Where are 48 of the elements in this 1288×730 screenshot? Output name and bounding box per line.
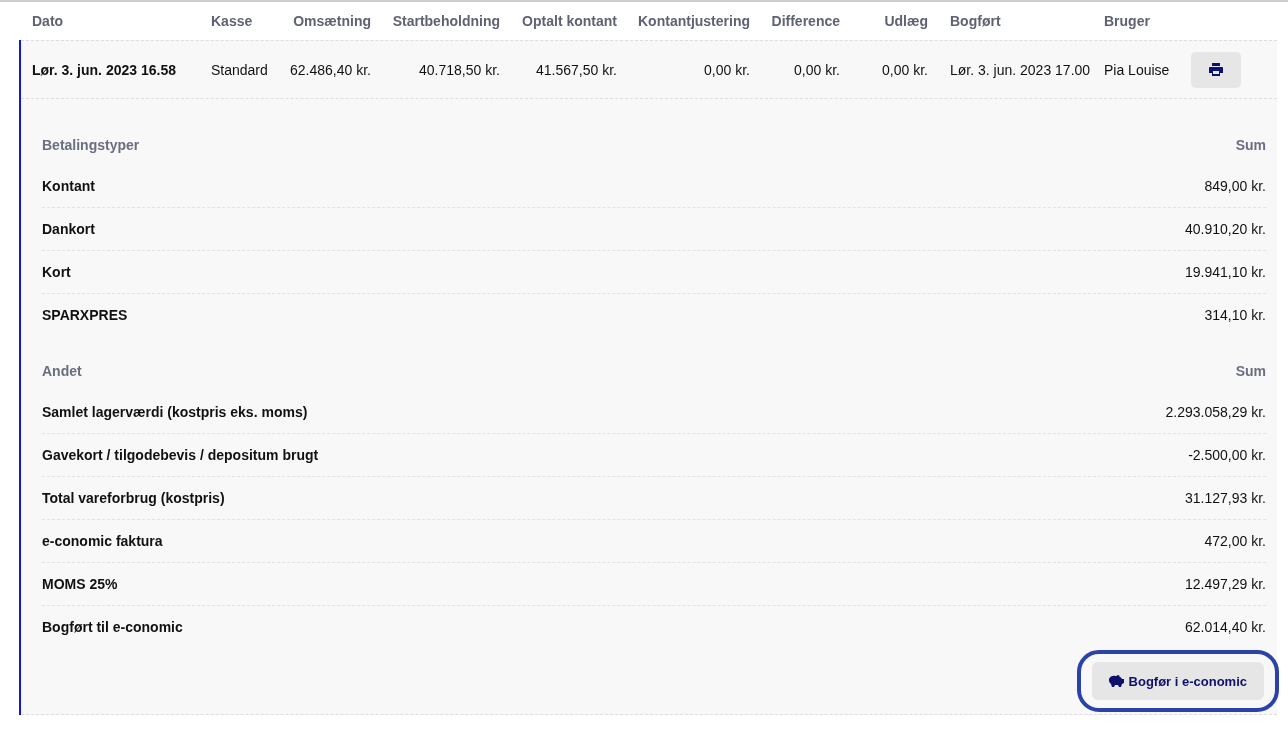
item-label: Gavekort / tilgodebevis / depositum brugt — [42, 447, 319, 463]
item-amount: 62.014,40 kr. — [1185, 619, 1266, 635]
table-cell-text: 41.567,50 kr. — [535, 61, 617, 78]
table-cell-text: Lør. 3. jun. 2023 16.58 — [32, 61, 177, 78]
column-header: Udlæg — [883, 13, 928, 29]
sum-header: Sum — [1235, 362, 1266, 379]
item-label: Total vareforbrug (kostpris) — [42, 490, 225, 506]
item-amount: 2.293.058,29 kr. — [1165, 404, 1266, 420]
item-amount: 12.497,29 kr. — [1185, 576, 1266, 592]
item-label: e-conomic faktura — [42, 533, 163, 549]
group-title: Andet — [42, 362, 82, 379]
post-button[interactable]: Bogfør i e-conomic — [1091, 662, 1264, 700]
item-label: Bogført til e-conomic — [42, 619, 183, 635]
sum-header: Sum — [1235, 136, 1266, 153]
item-label: Dankort — [42, 221, 95, 237]
table-cell-text: Standard — [211, 61, 269, 78]
table-cell-text: Lør. 3. jun. 2023 17.00 — [949, 61, 1092, 78]
printer-icon — [1209, 63, 1223, 76]
item-amount: 19.941,10 kr. — [1185, 264, 1266, 280]
item-amount: 849,00 kr. — [1204, 178, 1266, 194]
item-amount: -2.500,00 kr. — [1188, 447, 1266, 463]
item-amount: 31.127,93 kr. — [1185, 490, 1266, 506]
group-title: Betalingstyper — [42, 136, 140, 153]
table-cell-text: 0,00 kr. — [703, 61, 750, 78]
table-cell-text: 0,00 kr. — [881, 61, 928, 78]
item-amount: 472,00 kr. — [1204, 533, 1266, 549]
column-header: Dato — [32, 13, 65, 29]
column-header: Bruger — [1104, 13, 1151, 29]
column-header: Kontantjustering — [637, 13, 750, 29]
column-header: Startbeholdning — [391, 13, 500, 29]
table-cell-text: Pia Louise — [1104, 61, 1171, 78]
item-amount: 40.910,20 kr. — [1185, 221, 1266, 237]
item-label: MOMS 25% — [42, 576, 118, 592]
column-header: Optalt kontant — [521, 13, 617, 29]
table-cell-text: 0,00 kr. — [793, 61, 840, 78]
item-amount: 314,10 kr. — [1204, 307, 1266, 323]
item-label: SPARXPRES — [42, 307, 128, 323]
column-header: Difference — [770, 13, 840, 29]
table-cell-text: 62.486,40 kr. — [289, 61, 371, 78]
item-label: Kort — [42, 264, 71, 280]
column-header: Bogført — [949, 13, 1002, 29]
item-label: Kontant — [42, 178, 95, 194]
table-cell-text: 40.718,50 kr. — [418, 61, 500, 78]
column-header: Kasse — [211, 13, 254, 29]
column-header: Omsætning — [292, 13, 371, 29]
item-label: Samlet lagerværdi (kostpris eks. moms) — [42, 404, 308, 420]
print-button[interactable] — [1191, 51, 1241, 88]
piggy-bank-icon — [1108, 674, 1125, 688]
